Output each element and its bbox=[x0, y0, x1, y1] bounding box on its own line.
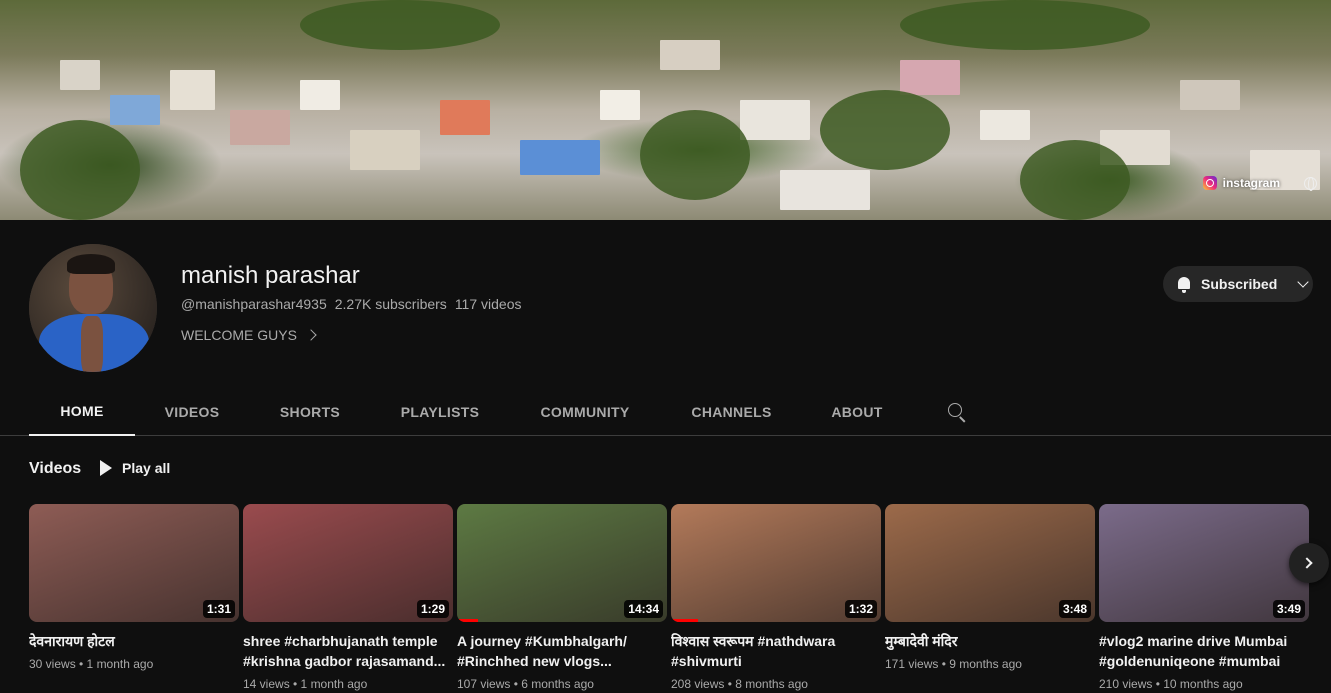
video-duration: 3:48 bbox=[1058, 600, 1091, 618]
video-card[interactable]: 14:34 A journey #Kumbhalgarh/ #Rinchhed … bbox=[457, 504, 667, 691]
watch-progress bbox=[457, 619, 478, 622]
video-card[interactable]: 1:31 देवनारायण होटल 30 views • 1 month a… bbox=[29, 504, 239, 671]
video-thumbnail[interactable]: 3:49 bbox=[1099, 504, 1309, 622]
website-link[interactable] bbox=[1304, 176, 1317, 191]
tab-playlists[interactable]: PLAYLISTS bbox=[395, 388, 485, 436]
tab-channels[interactable]: CHANNELS bbox=[684, 388, 779, 436]
video-count: 117 videos bbox=[454, 296, 522, 312]
channel-meta: @manishparashar4935 2.27K subscribers 11… bbox=[181, 296, 522, 312]
video-meta: 14 views • 1 month ago bbox=[243, 677, 368, 691]
tab-community[interactable]: COMMUNITY bbox=[530, 388, 640, 436]
video-card[interactable]: 3:48 मुम्बादेवी मंदिर 171 views • 9 mont… bbox=[885, 504, 1095, 671]
tab-shorts[interactable]: SHORTS bbox=[270, 388, 350, 436]
next-arrow-button[interactable] bbox=[1289, 543, 1329, 583]
video-duration: 1:31 bbox=[202, 600, 235, 618]
video-thumbnail[interactable]: 14:34 bbox=[457, 504, 667, 622]
video-meta: 210 views • 10 months ago bbox=[1099, 677, 1243, 691]
channel-description-text: WELCOME GUYS bbox=[181, 327, 297, 343]
instagram-link-label: instagram bbox=[1222, 176, 1280, 190]
play-icon bbox=[100, 460, 112, 476]
watch-progress bbox=[671, 619, 699, 622]
banner-links: instagram bbox=[1202, 176, 1317, 191]
video-duration: 1:29 bbox=[416, 600, 449, 618]
video-title[interactable]: देवनारायण होटल bbox=[29, 631, 239, 651]
video-thumbnail[interactable]: 1:31 bbox=[29, 504, 239, 622]
video-meta: 208 views • 8 months ago bbox=[671, 677, 808, 691]
instagram-link[interactable]: instagram bbox=[1202, 176, 1280, 190]
video-duration: 3:49 bbox=[1272, 600, 1305, 618]
chevron-right-icon bbox=[305, 329, 317, 341]
subscribed-button[interactable]: Subscribed bbox=[1163, 266, 1313, 302]
tab-videos[interactable]: VIDEOS bbox=[152, 388, 232, 436]
video-card[interactable]: 1:29 shree #charbhujanath temple #krishn… bbox=[243, 504, 453, 691]
chevron-right-icon bbox=[1301, 557, 1313, 569]
instagram-icon bbox=[1202, 176, 1217, 190]
video-duration: 14:34 bbox=[624, 600, 663, 618]
chevron-down-icon bbox=[1297, 276, 1309, 288]
section-title[interactable]: Videos bbox=[29, 460, 81, 478]
play-all-label: Play all bbox=[122, 460, 171, 476]
video-title[interactable]: विश्वास स्वरूपम #nathdwara #shivmurti bbox=[671, 631, 881, 671]
search-icon[interactable] bbox=[948, 403, 962, 417]
tab-home[interactable]: HOME bbox=[29, 388, 135, 436]
channel-tabs: HOME VIDEOS SHORTS PLAYLISTS COMMUNITY C… bbox=[0, 388, 1331, 436]
subscriber-count: 2.27K subscribers bbox=[334, 296, 447, 312]
tab-about[interactable]: ABOUT bbox=[823, 388, 891, 436]
channel-description[interactable]: WELCOME GUYS bbox=[181, 327, 317, 343]
channel-name: manish parashar bbox=[181, 262, 360, 289]
bell-icon bbox=[1175, 275, 1193, 293]
play-all-button[interactable]: Play all bbox=[100, 460, 170, 476]
video-card[interactable]: 3:49 #vlog2 marine drive Mumbai #goldenu… bbox=[1099, 504, 1309, 691]
video-thumbnail[interactable]: 1:32 bbox=[671, 504, 881, 622]
video-meta: 107 views • 6 months ago bbox=[457, 677, 594, 691]
video-card[interactable]: 1:32 विश्वास स्वरूपम #nathdwara #shivmur… bbox=[671, 504, 881, 691]
avatar[interactable] bbox=[29, 244, 157, 372]
video-title[interactable]: मुम्बादेवी मंदिर bbox=[885, 631, 1095, 651]
channel-header: manish parashar @manishparashar4935 2.27… bbox=[0, 220, 1331, 388]
channel-handle: @manishparashar4935 bbox=[181, 296, 327, 312]
channel-banner: instagram bbox=[0, 0, 1331, 220]
video-duration: 1:32 bbox=[844, 600, 877, 618]
video-meta: 30 views • 1 month ago bbox=[29, 657, 154, 671]
subscribed-label: Subscribed bbox=[1201, 276, 1278, 292]
video-title[interactable]: #vlog2 marine drive Mumbai #goldenuniqeo… bbox=[1099, 631, 1309, 671]
video-title[interactable]: shree #charbhujanath temple #krishna gad… bbox=[243, 631, 453, 671]
globe-icon bbox=[1304, 176, 1317, 191]
video-title[interactable]: A journey #Kumbhalgarh/ #Rinchhed new vl… bbox=[457, 631, 667, 671]
video-thumbnail[interactable]: 1:29 bbox=[243, 504, 453, 622]
video-thumbnail[interactable]: 3:48 bbox=[885, 504, 1095, 622]
video-meta: 171 views • 9 months ago bbox=[885, 657, 1022, 671]
